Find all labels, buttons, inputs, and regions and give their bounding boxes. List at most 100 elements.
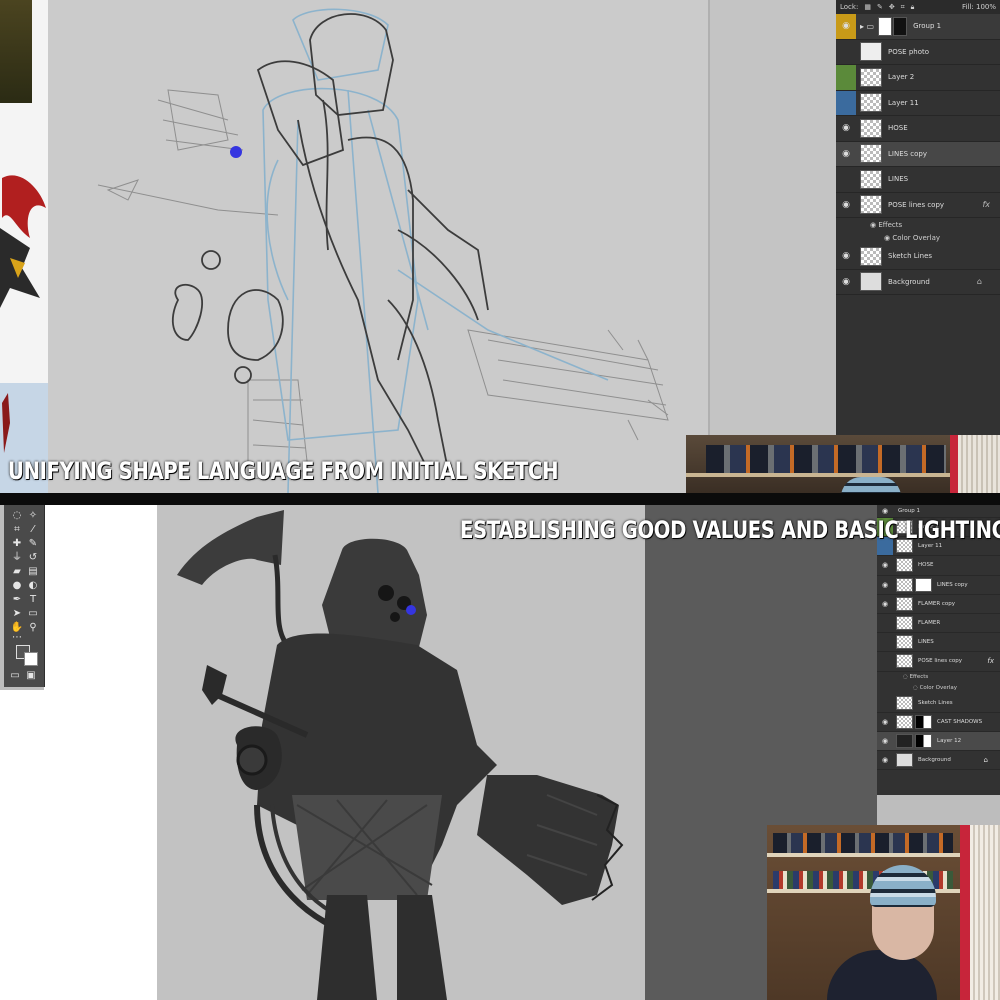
bottom-screen-capture: ◌ ✧ ⌗ ⁄ ✚ ✎ ⏚ ↺ ▰ ▤ ● ◐ ✒ T ➤ ▭ ✋ ⚲ ⋯ ▭ …: [0, 505, 1000, 1000]
screen-mode-icon[interactable]: ▣: [24, 669, 38, 683]
layer-row-layer-12[interactable]: ◉ Layer 12: [877, 731, 1000, 752]
layer-row-flamer-copy[interactable]: ◉ FLAMER copy: [877, 595, 1000, 614]
pen-icon[interactable]: ✒: [10, 593, 24, 607]
gradient-icon[interactable]: ▤: [26, 565, 40, 579]
layer-row-cast-shadows[interactable]: ◉ CAST SHADOWS: [877, 713, 1000, 732]
visibility-eye-icon[interactable]: ◉: [877, 713, 893, 731]
path-select-icon[interactable]: ➤: [10, 607, 24, 621]
visibility-toggle[interactable]: [877, 652, 893, 670]
eye-icon[interactable]: ◉: [870, 221, 876, 229]
layer-name: LINES copy: [888, 149, 928, 158]
layer-row-lines[interactable]: LINES: [877, 633, 1000, 653]
layer-name: LINES copy: [937, 581, 968, 588]
layer-thumbnail: [896, 596, 913, 611]
blank-area-2: [0, 690, 157, 1000]
history-brush-icon[interactable]: ↺: [26, 551, 40, 565]
visibility-eye-icon[interactable]: ◉: [836, 244, 856, 269]
visibility-toggle[interactable]: [836, 90, 856, 115]
layer-name: FLAMER copy: [918, 600, 956, 607]
visibility-eye-icon[interactable]: ◉: [836, 193, 856, 218]
dodge-icon[interactable]: ◐: [26, 579, 40, 593]
visibility-eye-icon[interactable]: ◉: [877, 576, 893, 594]
layer-row-pose-lines-copy[interactable]: POSE lines copy fx: [877, 652, 1000, 672]
magic-wand-icon[interactable]: ✧: [26, 509, 40, 523]
sketch-canvas[interactable]: [48, 0, 708, 493]
layer-row-hose[interactable]: ◉ HOSE: [836, 116, 1000, 142]
layer-row-hose[interactable]: ◉ HOSE: [877, 556, 1000, 576]
eye-icon[interactable]: ◌: [913, 685, 918, 691]
visibility-eye-icon[interactable]: ◉: [836, 142, 856, 167]
layer-name: FLAMER: [918, 620, 941, 627]
visibility-toggle[interactable]: [836, 40, 856, 65]
layer-row-lines[interactable]: LINES: [836, 167, 1000, 193]
top-screen-capture: Lock: ▦ ✎ ✥ ⌗ 🔒︎ Fill: 100% ◉ ▸ ▭ Group …: [0, 0, 1000, 493]
visibility-eye-icon[interactable]: ◉: [877, 556, 893, 574]
more-tools-icon[interactable]: ⋯: [10, 631, 24, 645]
visibility-toggle[interactable]: [836, 167, 856, 192]
lock-artboard-icon[interactable]: ⌗: [901, 3, 905, 12]
type-icon[interactable]: T: [26, 593, 40, 607]
layer-thumbnail: [896, 654, 913, 669]
layer-row-flamer[interactable]: FLAMER: [877, 614, 1000, 634]
layer-row-layer-11[interactable]: Layer 11: [836, 90, 1000, 116]
fx-icon[interactable]: fx: [987, 657, 994, 665]
crop-icon[interactable]: ⌗: [10, 523, 24, 537]
color-overlay-row[interactable]: ◌ Color Overlay: [877, 683, 1000, 694]
lock-transparent-icon[interactable]: ▦: [864, 3, 871, 11]
knight-sketch-drawing: [97, 8, 669, 493]
fx-icon[interactable]: fx: [982, 200, 990, 209]
lock-icon: ⌂: [983, 756, 988, 765]
layer-row-pose-lines-copy[interactable]: ◉ POSE lines copy fx: [836, 193, 1000, 218]
visibility-toggle[interactable]: [836, 65, 856, 90]
layer-row-sketch-lines[interactable]: Sketch Lines: [877, 694, 1000, 713]
shape-icon[interactable]: ▭: [26, 607, 40, 621]
layer-name: Layer 11: [918, 543, 943, 550]
visibility-toggle[interactable]: [877, 694, 893, 712]
layer-row-pose-photo[interactable]: POSE photo: [836, 40, 1000, 65]
color-overlay-row[interactable]: ◉ Color Overlay: [836, 231, 1000, 244]
painting-canvas[interactable]: [157, 505, 645, 1000]
visibility-eye-icon[interactable]: ◉: [836, 270, 856, 295]
bookshelf-lower: [767, 889, 967, 893]
eyedropper-icon[interactable]: ⁄: [26, 523, 40, 537]
lock-move-icon[interactable]: ✥: [889, 3, 895, 11]
eye-icon[interactable]: ◉: [884, 234, 890, 242]
blur-icon[interactable]: ●: [10, 579, 24, 593]
clone-stamp-icon[interactable]: ⏚: [10, 551, 24, 565]
layer-name: LINES: [918, 639, 934, 646]
layer-row-sketch-lines[interactable]: ◉ Sketch Lines: [836, 244, 1000, 270]
visibility-toggle[interactable]: [877, 633, 893, 651]
quick-mask-icon[interactable]: ▭: [8, 669, 22, 683]
layer-row-group-1[interactable]: ◉ ▸ ▭ Group 1: [836, 14, 1000, 40]
window-blinds: [970, 825, 1000, 1000]
effects-row[interactable]: ◌ Effects: [877, 672, 1000, 683]
layer-row-background[interactable]: ◉ Background ⌂: [877, 751, 1000, 771]
visibility-eye-icon[interactable]: ◉: [877, 732, 893, 750]
effects-row[interactable]: ◉ Effects: [836, 218, 1000, 231]
layer-name: POSE lines copy: [918, 658, 963, 665]
layer-row-lines-copy[interactable]: ◉ LINES copy: [877, 576, 1000, 595]
brush-icon[interactable]: ✎: [26, 537, 40, 551]
layer-row-background[interactable]: ◉ Background ⌂: [836, 270, 1000, 295]
visibility-eye-icon[interactable]: ◉: [877, 751, 893, 769]
healing-brush-icon[interactable]: ✚: [10, 537, 24, 551]
zoom-icon[interactable]: ⚲: [26, 621, 40, 635]
effects-label: Effects: [878, 220, 903, 229]
visibility-eye-icon[interactable]: ◉: [836, 116, 856, 141]
visibility-eye-icon[interactable]: ◉: [877, 595, 893, 613]
background-color-swatch[interactable]: [24, 652, 38, 666]
fill-control[interactable]: Fill: 100%: [962, 3, 1000, 11]
lasso-icon[interactable]: ◌: [10, 509, 24, 523]
bookshelf-upper: [767, 853, 967, 857]
visibility-toggle[interactable]: [877, 614, 893, 632]
layer-row-layer-2[interactable]: Layer 2: [836, 65, 1000, 91]
lock-paint-icon[interactable]: ✎: [877, 3, 883, 11]
layer-row-lines-copy[interactable]: ◉ LINES copy: [836, 141, 1000, 167]
eye-icon[interactable]: ◌: [903, 674, 908, 680]
visibility-eye-icon[interactable]: ◉: [836, 14, 856, 39]
blank-area: [44, 505, 157, 690]
eraser-icon[interactable]: ▰: [10, 565, 24, 579]
red-frame: [950, 435, 958, 493]
lock-all-icon[interactable]: 🔒︎: [911, 3, 915, 12]
window-blinds: [958, 435, 1000, 493]
